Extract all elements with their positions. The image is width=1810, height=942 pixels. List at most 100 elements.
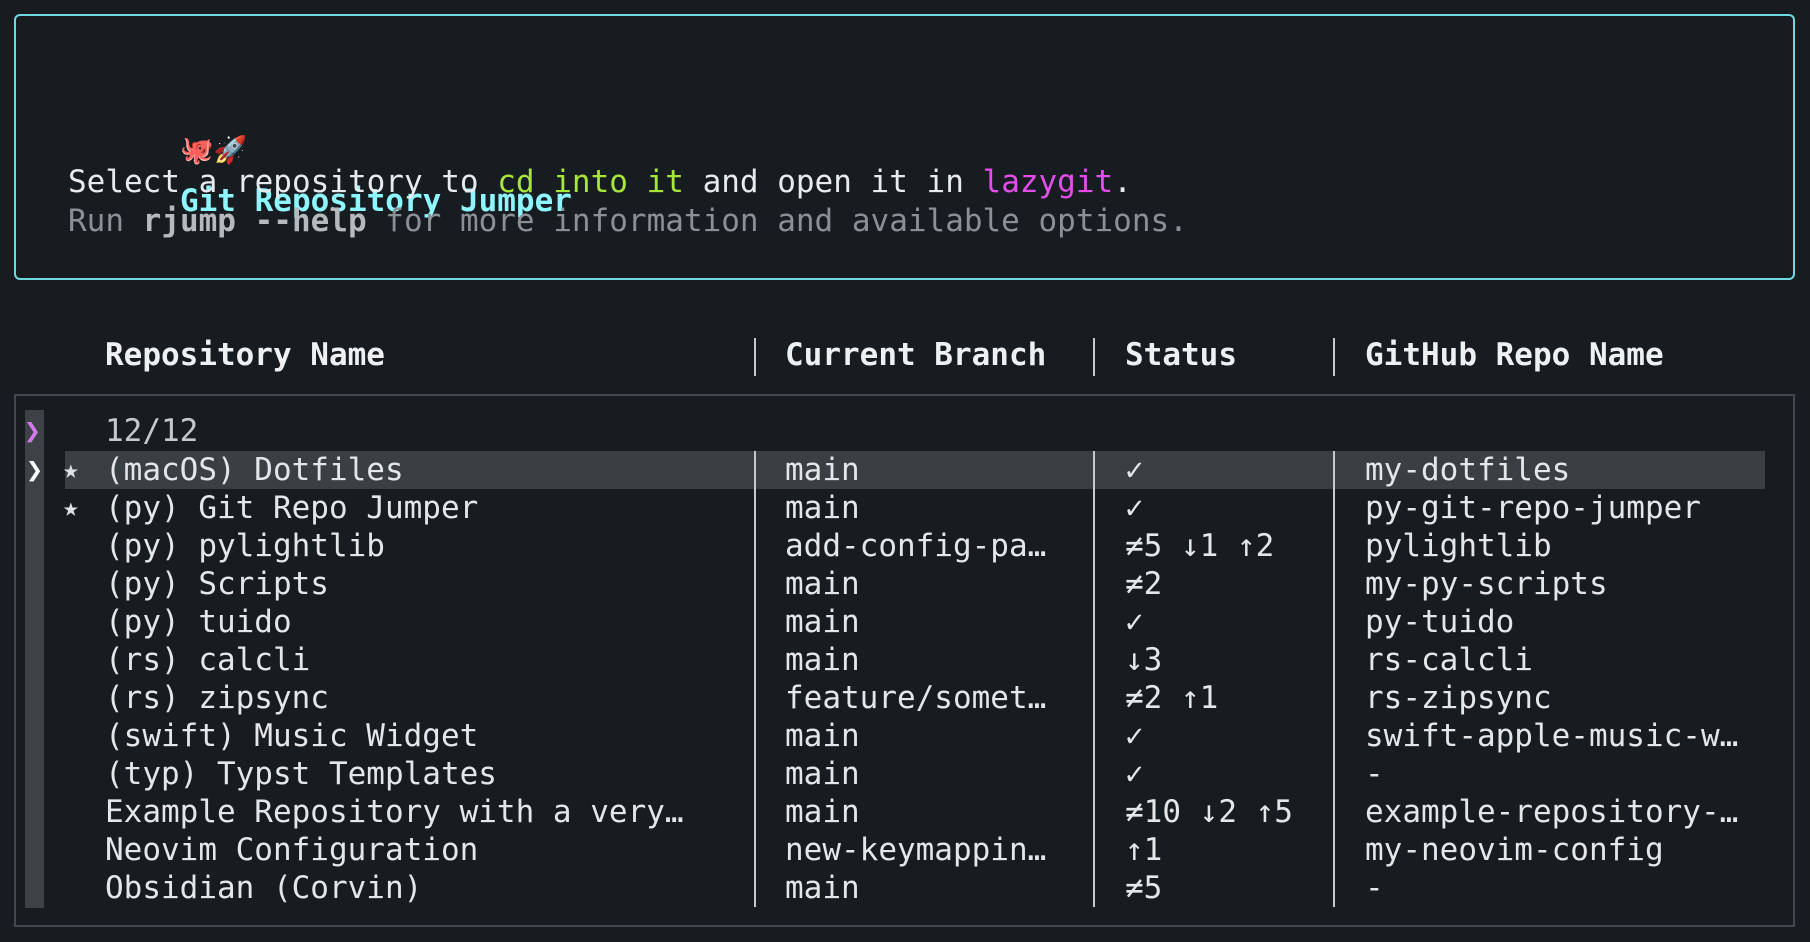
repository-name: (py) pylightlib bbox=[105, 528, 385, 564]
help-suffix: for more information and available optio… bbox=[366, 203, 1188, 239]
column-divider bbox=[1333, 755, 1335, 793]
git-status: ≠5 bbox=[1125, 870, 1163, 906]
current-branch: main bbox=[785, 870, 860, 906]
github-repo-name: example-repository-… bbox=[1365, 794, 1739, 830]
github-repo-name: py-git-repo-jumper bbox=[1365, 490, 1701, 526]
column-divider bbox=[1333, 451, 1335, 489]
github-repo-name: my-neovim-config bbox=[1365, 832, 1664, 868]
column-divider bbox=[754, 869, 756, 907]
column-divider bbox=[1333, 717, 1335, 755]
description-app-lazygit: lazygit bbox=[982, 164, 1114, 200]
column-header-github-repo-name: GitHub Repo Name bbox=[1365, 337, 1664, 373]
list-item[interactable]: Neovim Configuration new-keymappin… ↑1 my-n… bbox=[0, 831, 1810, 869]
list-item[interactable]: (rs) calcli main ↓3 rs-calcli bbox=[0, 641, 1810, 679]
column-divider bbox=[754, 717, 756, 755]
column-divider bbox=[1093, 338, 1095, 376]
filter-input[interactable]: 12/12 bbox=[105, 412, 198, 450]
column-divider bbox=[1093, 755, 1095, 793]
column-divider bbox=[1093, 603, 1095, 641]
star-icon: ★ bbox=[63, 455, 79, 485]
repository-name: (rs) zipsync bbox=[105, 680, 329, 716]
list-item[interactable]: (py) pylightlib add-config-pa… ≠5 ↓1 ↑2 pyl… bbox=[0, 527, 1810, 565]
column-divider bbox=[1333, 338, 1335, 376]
repository-name: (typ) Typst Templates bbox=[105, 756, 497, 792]
column-divider bbox=[1333, 869, 1335, 907]
list-item[interactable]: ❯ ★ (macOS) Dotfiles main ✓ my-dotfiles bbox=[0, 451, 1810, 489]
github-repo-name: - bbox=[1365, 870, 1384, 906]
current-branch: main bbox=[785, 490, 860, 526]
repository-list: ❯ ★ (macOS) Dotfiles main ✓ my-dotfiles ★ (py) … bbox=[0, 451, 1810, 907]
column-divider bbox=[754, 641, 756, 679]
current-branch: main bbox=[785, 604, 860, 640]
column-header-current-branch: Current Branch bbox=[785, 337, 1047, 373]
column-divider bbox=[1093, 489, 1095, 527]
github-repo-name: rs-zipsync bbox=[1365, 680, 1552, 716]
column-header-status: Status bbox=[1125, 337, 1237, 373]
column-divider bbox=[754, 793, 756, 831]
column-divider bbox=[1093, 679, 1095, 717]
current-branch: main bbox=[785, 756, 860, 792]
git-status: ✓ bbox=[1125, 604, 1144, 640]
column-divider bbox=[1333, 641, 1335, 679]
column-divider bbox=[1093, 869, 1095, 907]
header-panel: 🐙🚀 Git Repository Jumper Select a reposi… bbox=[14, 14, 1795, 280]
list-item[interactable]: (py) tuido main ✓ py-tuido bbox=[0, 603, 1810, 641]
git-status: ✓ bbox=[1125, 756, 1144, 792]
prompt-chevron-icon: ❯ bbox=[24, 414, 41, 447]
column-divider bbox=[1093, 565, 1095, 603]
column-divider bbox=[1093, 717, 1095, 755]
repository-name: (py) tuido bbox=[105, 604, 292, 640]
column-divider bbox=[1093, 831, 1095, 869]
column-divider bbox=[1333, 679, 1335, 717]
git-status: ≠2 bbox=[1125, 566, 1163, 602]
help-line: Run rjump --help for more information an… bbox=[68, 202, 1188, 240]
list-item[interactable]: ★ (py) Git Repo Jumper main ✓ py-git-repo-ju… bbox=[0, 489, 1810, 527]
column-divider bbox=[1333, 489, 1335, 527]
cursor-chevron-icon: ❯ bbox=[26, 453, 43, 486]
github-repo-name: py-tuido bbox=[1365, 604, 1515, 640]
column-divider bbox=[754, 451, 756, 489]
column-divider bbox=[754, 679, 756, 717]
github-repo-name: swift-apple-music-w… bbox=[1365, 718, 1739, 754]
column-divider bbox=[1333, 793, 1335, 831]
github-repo-name: - bbox=[1365, 756, 1384, 792]
description-highlight-cd: cd into it bbox=[497, 164, 684, 200]
column-divider bbox=[1333, 565, 1335, 603]
help-command: rjump --help bbox=[142, 203, 367, 239]
column-divider bbox=[1093, 451, 1095, 489]
list-item[interactable]: (swift) Music Widget main ✓ swift-apple-mus… bbox=[0, 717, 1810, 755]
list-item[interactable]: (rs) zipsync feature/somet… ≠2 ↑1 rs-zipsyn… bbox=[0, 679, 1810, 717]
repository-name: Example Repository with a very… bbox=[105, 794, 684, 830]
repository-name: (swift) Music Widget bbox=[105, 718, 479, 754]
column-divider bbox=[754, 565, 756, 603]
column-divider bbox=[754, 489, 756, 527]
current-branch: new-keymappin… bbox=[785, 832, 1047, 868]
star-icon: ★ bbox=[63, 493, 79, 523]
column-divider bbox=[1093, 793, 1095, 831]
git-status: ↑1 bbox=[1125, 832, 1163, 868]
git-status: ≠10 ↓2 ↑5 bbox=[1125, 794, 1293, 830]
terminal-window: 🐙🚀 Git Repository Jumper Select a reposi… bbox=[0, 0, 1810, 942]
repository-name: (rs) calcli bbox=[105, 642, 311, 678]
list-item[interactable]: (py) Scripts main ≠2 my-py-scripts bbox=[0, 565, 1810, 603]
git-status: ≠2 ↑1 bbox=[1125, 680, 1219, 716]
current-branch: main bbox=[785, 718, 860, 754]
repository-name: (py) Git Repo Jumper bbox=[105, 490, 479, 526]
app-title-line: 🐙🚀 Git Repository Jumper bbox=[68, 74, 572, 219]
list-item[interactable]: Example Repository with a very… main ≠10 ↓… bbox=[0, 793, 1810, 831]
column-divider bbox=[1093, 527, 1095, 565]
column-divider bbox=[754, 338, 756, 376]
column-divider bbox=[1093, 641, 1095, 679]
current-branch: feature/somet… bbox=[785, 680, 1047, 716]
column-divider bbox=[754, 755, 756, 793]
github-repo-name: my-py-scripts bbox=[1365, 566, 1608, 602]
column-divider bbox=[1333, 527, 1335, 565]
list-item[interactable]: (typ) Typst Templates main ✓ - bbox=[0, 755, 1810, 793]
list-item[interactable]: Obsidian (Corvin) main ≠5 - bbox=[0, 869, 1810, 907]
repository-name: (py) Scripts bbox=[105, 566, 329, 602]
column-header-repository-name: Repository Name bbox=[105, 337, 385, 373]
git-status: ✓ bbox=[1125, 718, 1144, 754]
current-branch: main bbox=[785, 794, 860, 830]
description-text-2: and open it in bbox=[683, 164, 983, 200]
column-divider bbox=[754, 527, 756, 565]
